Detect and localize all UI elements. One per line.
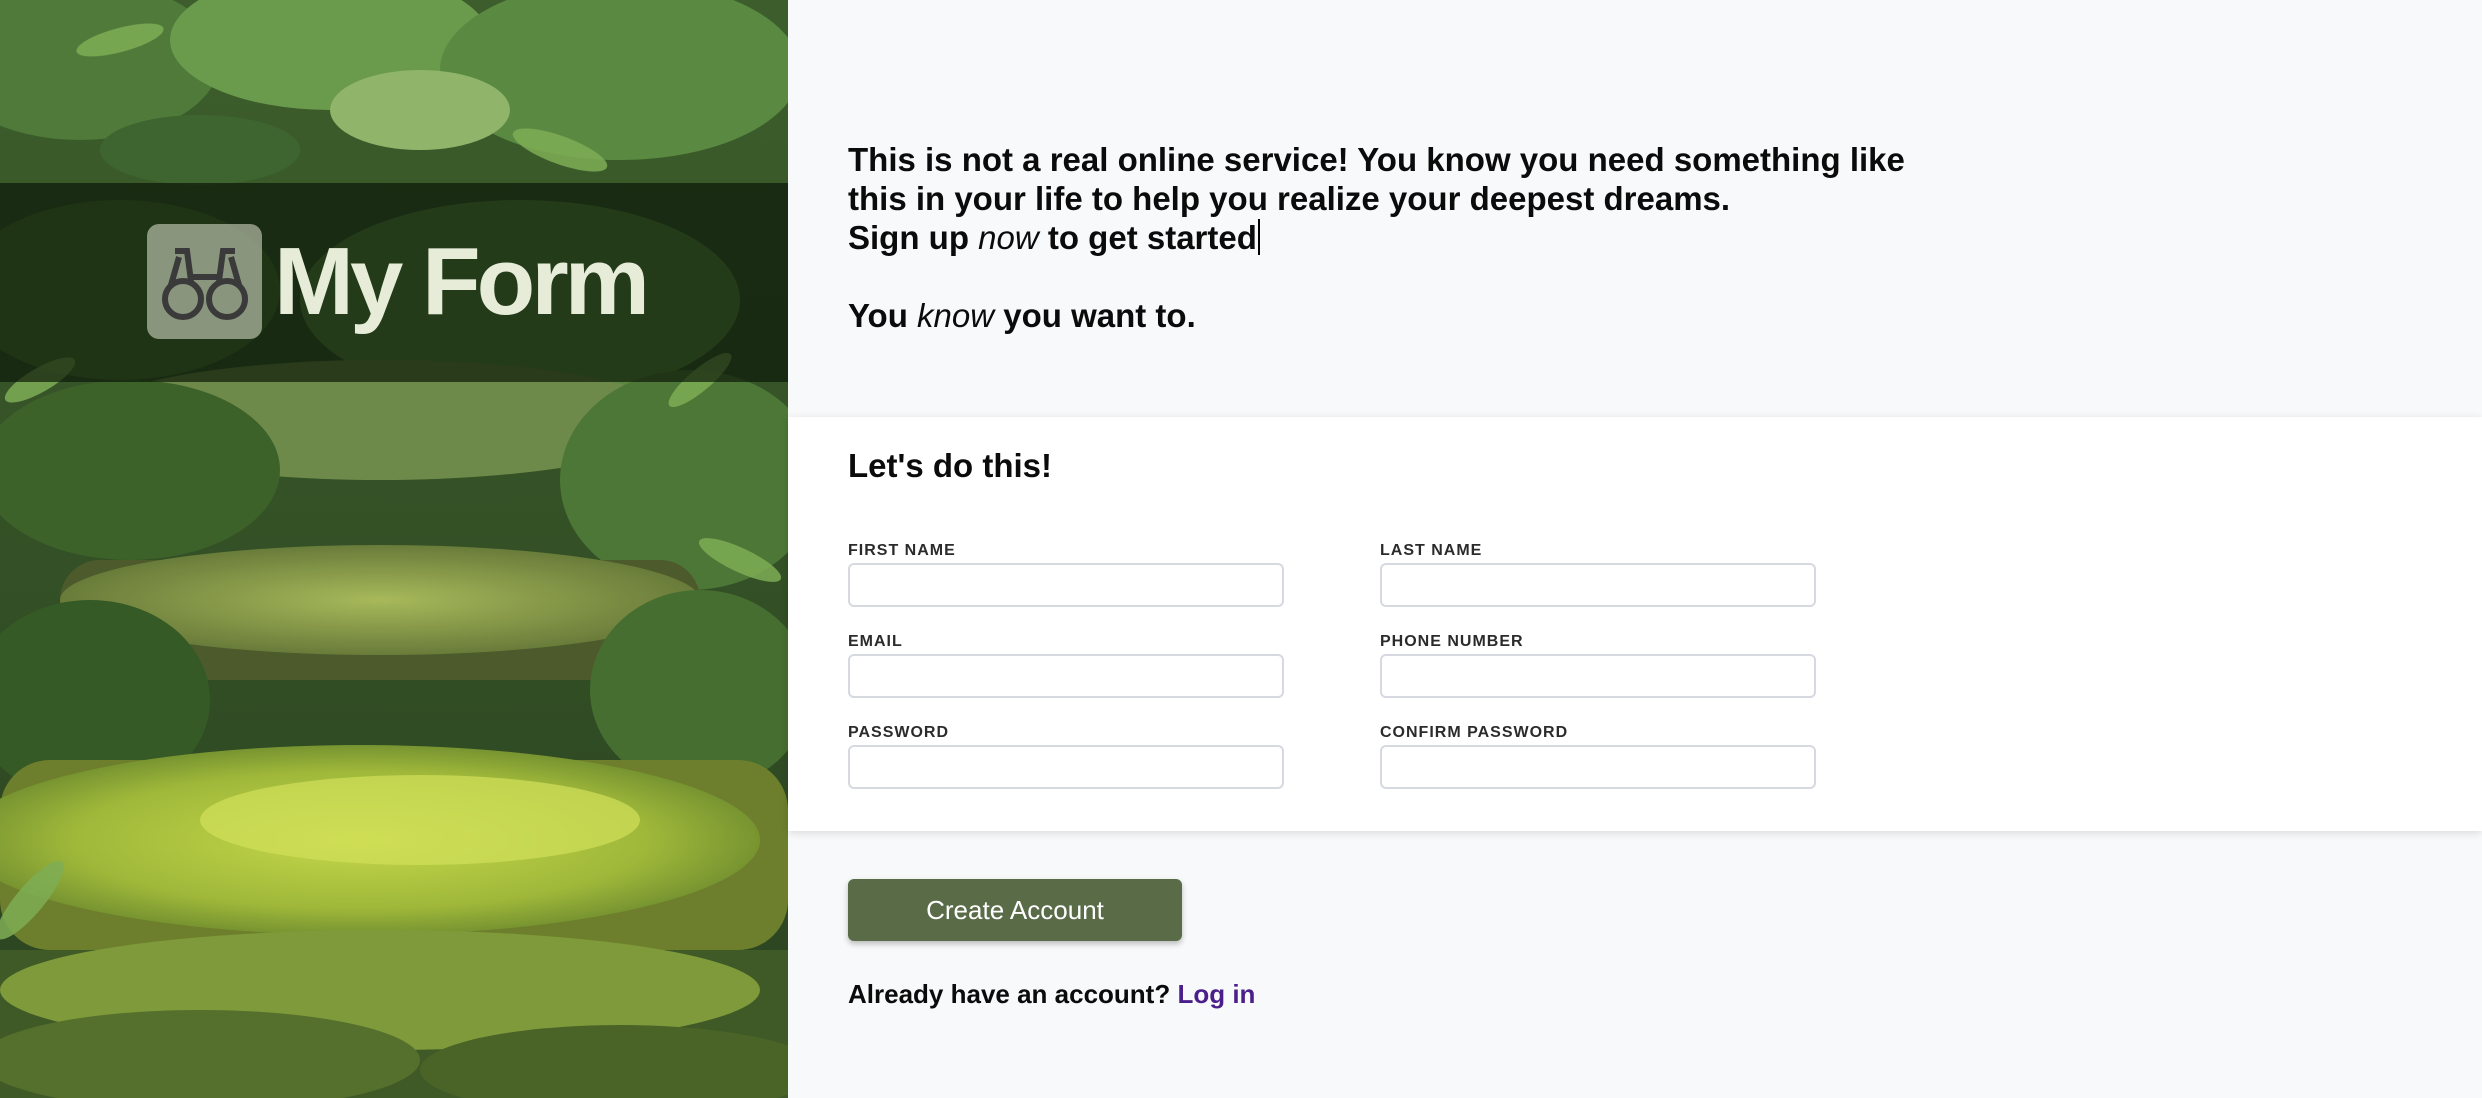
password-input[interactable] (848, 745, 1284, 789)
password-group: PASSWORD (848, 724, 1284, 789)
brand: My Form (147, 224, 650, 339)
intro-line-2: this in your life to help you realize yo… (848, 180, 1731, 217)
email-input[interactable] (848, 654, 1284, 698)
confirm-password-label: CONFIRM PASSWORD (1380, 724, 1569, 741)
login-prompt-text: Already have an account? (848, 979, 1171, 1009)
mossy-steps-image (0, 0, 788, 1098)
intro-line-4-after: you want to. (994, 297, 1196, 334)
brand-name: My Form (274, 227, 650, 335)
intro-line-4-before: You (848, 297, 918, 334)
login-link[interactable]: Log in (1177, 979, 1255, 1009)
first-name-label: FIRST NAME (848, 542, 956, 559)
intro-text: This is not a real online service! You k… (848, 140, 2048, 335)
create-account-button[interactable]: Create Account (848, 879, 1182, 941)
password-label: PASSWORD (848, 724, 950, 741)
intro-line-4: You know you want to. (848, 296, 2048, 335)
intro-line-1: This is not a real online service! You k… (848, 141, 1905, 178)
signup-form: Let's do this! FIRST NAME LAST NAME EMAI… (788, 417, 2482, 831)
intro-line-3: Sign up now to get started (848, 218, 2048, 257)
email-group: EMAIL (848, 633, 1284, 698)
email-label: EMAIL (848, 633, 903, 650)
login-prompt: Already have an account? Log in (848, 979, 1255, 1010)
intro-line-4-emphasis: know (917, 297, 995, 334)
form-title: Let's do this! (848, 447, 1053, 484)
confirm-password-group: CONFIRM PASSWORD (1380, 724, 1816, 789)
first-name-group: FIRST NAME (848, 542, 1284, 607)
intro-line-3-before: Sign up (848, 219, 979, 256)
first-name-input[interactable] (848, 563, 1284, 607)
intro-line-3-after: to get started (1038, 219, 1257, 256)
binoculars-icon (147, 224, 262, 339)
last-name-input[interactable] (1380, 563, 1816, 607)
phone-label: PHONE NUMBER (1380, 633, 1524, 650)
last-name-label: LAST NAME (1380, 542, 1483, 559)
intro-line-3-emphasis: now (978, 219, 1039, 256)
hero-image-panel: My Form (0, 0, 788, 1098)
last-name-group: LAST NAME (1380, 542, 1816, 607)
text-caret (1257, 219, 1260, 255)
phone-group: PHONE NUMBER (1380, 633, 1816, 698)
phone-input[interactable] (1380, 654, 1816, 698)
confirm-password-input[interactable] (1380, 745, 1816, 789)
